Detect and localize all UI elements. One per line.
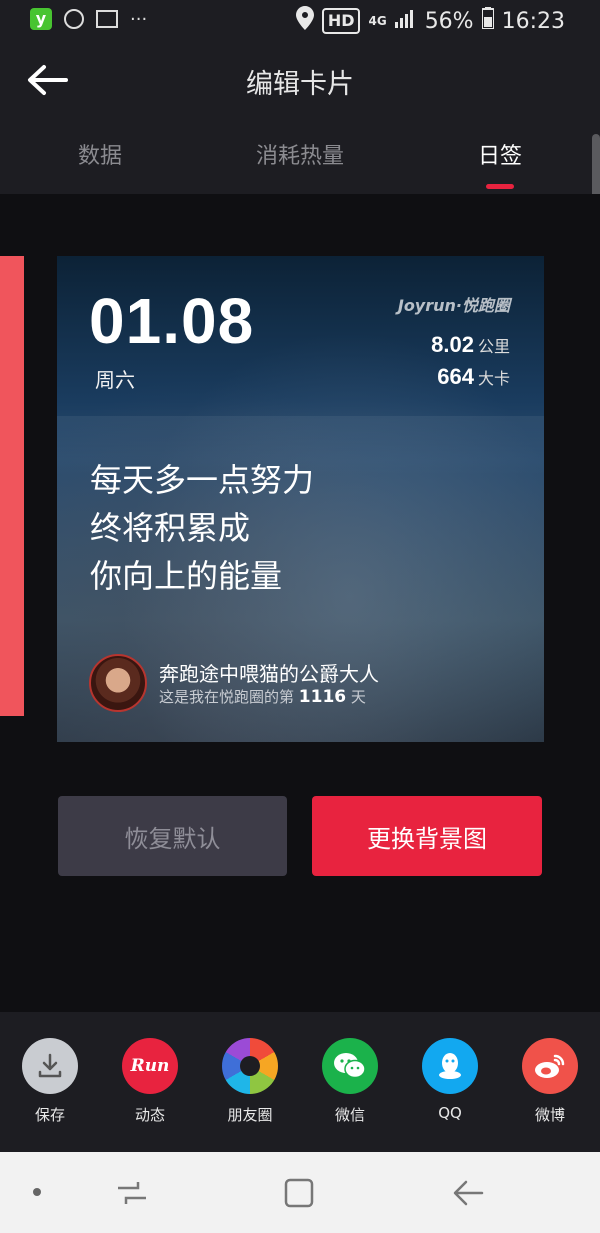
app-notification-icon: y [30,8,52,30]
signal-icon [394,8,417,34]
calories-unit: 大卡 [477,369,510,388]
quote-line: 你向上的能量 [90,557,283,595]
share-label: 动态 [134,1106,165,1124]
tab-active-indicator [486,184,514,189]
wechat-icon [322,1038,378,1094]
image-icon [96,10,118,28]
run-logo-text: Run [130,1056,170,1076]
clock: 16:23 [501,8,565,34]
brand-logo: Joyrun·悦跑圈 [397,296,510,315]
network-label: 4G [368,14,387,28]
system-nav-bar [0,1152,600,1233]
battery-icon [480,7,495,35]
previous-card-preview[interactable] [0,256,24,716]
daily-card[interactable]: 01.08 周六 Joyrun·悦跑圈 8.02 公里 664 大卡 每天多一点努力… [57,256,544,742]
more-dots: ··· [130,8,148,30]
quote-line: 终将积累成 [90,509,251,547]
tab-data[interactable]: 数据 [78,138,122,170]
page-title: 编辑卡片 [246,69,354,100]
avatar [89,654,147,712]
days-count: 1116 [298,687,347,707]
download-icon [22,1038,78,1094]
hd-badge: HD [321,8,361,34]
tab-daily-sign[interactable]: 日签 [478,138,522,170]
home-icon [284,1178,314,1208]
share-wechat[interactable]: 微信 [310,1038,390,1125]
days-suffix: 天 [350,688,366,706]
distance-stat: 8.02 公里 [431,332,510,358]
share-label: 朋友圈 [227,1106,273,1124]
header: 编辑卡片 数据 消耗热量 日签 [0,42,600,194]
change-background-button[interactable]: 更换背景图 [312,796,542,876]
share-save[interactable]: 保存 [10,1038,90,1125]
battery-percent: 56% [424,8,474,34]
status-bar: y ··· HD 4G 56% 16:23 [0,0,600,42]
tab-calories[interactable]: 消耗热量 [256,138,344,170]
days-line: 这是我在悦跑圈的第 1116 天 [159,686,366,707]
calories-value: 664 [437,364,474,389]
calories-stat: 664 大卡 [437,364,510,390]
system-back-button[interactable] [448,1176,488,1210]
home-button[interactable] [280,1176,320,1210]
reset-default-button[interactable]: 恢复默认 [58,796,287,876]
share-feed[interactable]: Run 动态 [110,1038,190,1125]
share-label: 微博 [534,1106,565,1124]
share-moments[interactable]: 朋友圈 [210,1038,290,1125]
distance-unit: 公里 [477,337,510,356]
recent-apps-button[interactable] [112,1176,152,1210]
recent-apps-icon [118,1182,146,1204]
run-logo-icon: Run [122,1038,178,1094]
nav-dot-icon [33,1188,41,1196]
qq-icon [422,1038,478,1094]
share-qq[interactable]: QQ [410,1038,490,1122]
distance-value: 8.02 [431,332,474,357]
moments-icon [222,1038,278,1094]
days-prefix: 这是我在悦跑圈的第 [159,688,295,706]
share-weibo[interactable]: 微博 [510,1038,590,1125]
crosshair-icon [64,9,84,29]
share-label: QQ [438,1104,462,1122]
share-label: 保存 [34,1106,65,1124]
card-weekday: 周六 [95,368,135,392]
share-bar: 保存 Run 动态 朋友圈 微信 QQ 微博 [0,1012,600,1152]
weibo-icon [522,1038,578,1094]
card-editor: 01.08 周六 Joyrun·悦跑圈 8.02 公里 664 大卡 每天多一点努力… [0,194,600,1012]
system-back-icon [453,1180,484,1206]
card-date: 01.08 [89,285,255,357]
quote-line: 每天多一点努力 [90,461,315,499]
location-icon [295,6,314,36]
share-label: 微信 [334,1106,365,1124]
username: 奔跑途中喂猫的公爵大人 [159,662,379,686]
quote-text: 每天多一点努力 终将积累成 你向上的能量 [90,456,314,600]
